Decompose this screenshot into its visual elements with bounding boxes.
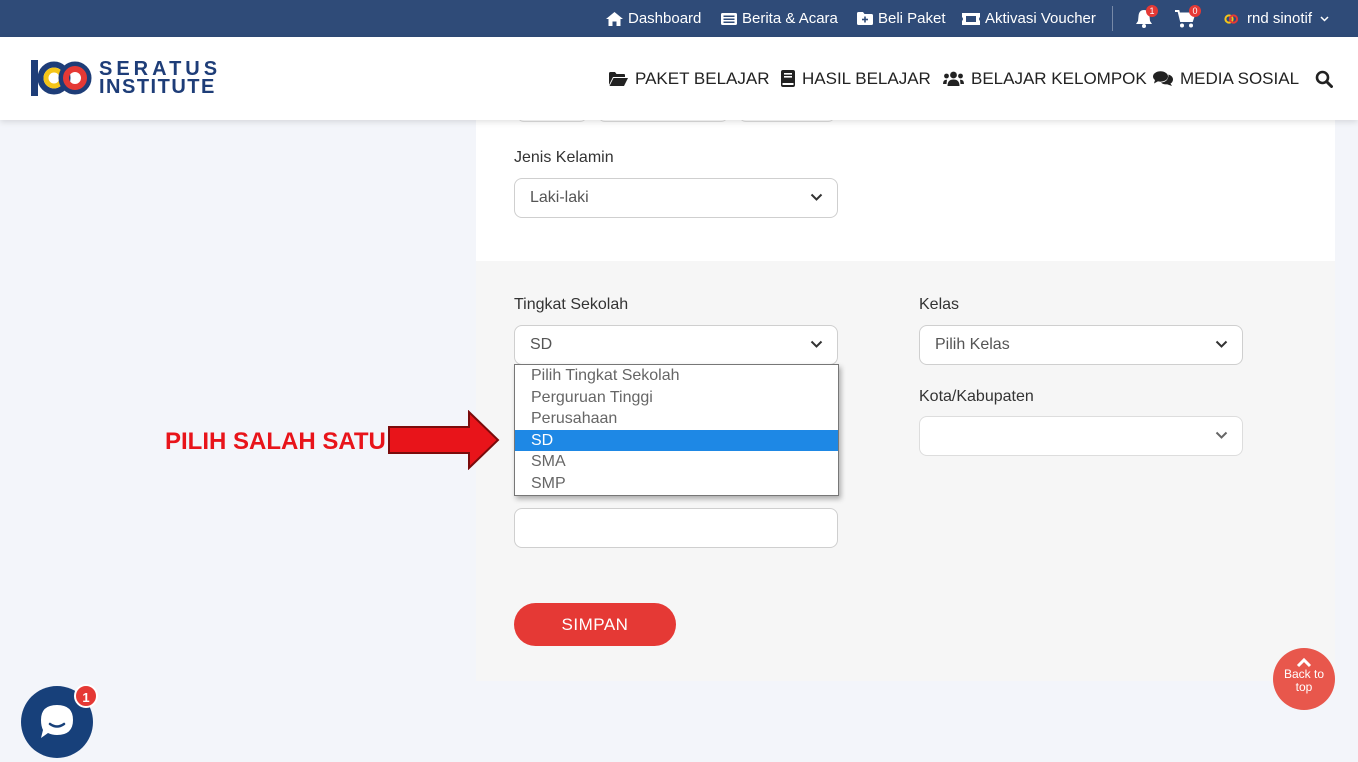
seratus-logo[interactable]: SERATUS INSTITUTE bbox=[31, 59, 221, 97]
chat-badge: 1 bbox=[74, 684, 98, 708]
tingkat-sekolah-value: SD bbox=[530, 336, 553, 353]
cart-badge: 0 bbox=[1189, 5, 1201, 17]
search-button[interactable] bbox=[1315, 37, 1340, 120]
berita-label: Berita & Acara bbox=[742, 10, 838, 27]
annotation-text: PILIH SALAH SATU bbox=[165, 428, 386, 455]
tingkat-sekolah-label: Tingkat Sekolah bbox=[514, 296, 629, 313]
nav-label: PAKET BELAJAR bbox=[635, 68, 770, 88]
kelas-value: Pilih Kelas bbox=[935, 336, 1010, 353]
option-perguruan-tinggi[interactable]: Perguruan Tinggi bbox=[515, 387, 838, 409]
nav-label: BELAJAR KELOMPOK bbox=[971, 68, 1147, 88]
kelas-label: Kelas bbox=[919, 296, 960, 313]
text-input[interactable] bbox=[514, 508, 838, 548]
nav-label: MEDIA SOSIAL bbox=[1180, 68, 1300, 88]
chevron-down-icon bbox=[1215, 431, 1228, 439]
option-perusahaan[interactable]: Perusahaan bbox=[515, 408, 838, 430]
nav-media-sosial[interactable]: MEDIA SOSIAL bbox=[1153, 37, 1299, 120]
option-pilih-tingkat[interactable]: Pilih Tingkat Sekolah bbox=[515, 365, 838, 387]
option-sma[interactable]: SMA bbox=[515, 451, 838, 473]
nav-hasil-belajar[interactable]: HASIL BELAJAR bbox=[781, 37, 931, 120]
jenis-kelamin-value: Laki-laki bbox=[530, 189, 589, 206]
chevron-down-icon bbox=[810, 193, 823, 201]
users-icon bbox=[943, 71, 964, 86]
chevron-down-icon bbox=[1215, 340, 1228, 348]
back-to-top-button[interactable]: Back to top bbox=[1273, 648, 1335, 710]
dashboard-link[interactable]: Dashboard bbox=[606, 0, 701, 37]
simpan-button[interactable]: SIMPAN bbox=[514, 603, 676, 646]
nav-belajar-kelompok[interactable]: BELAJAR KELOMPOK bbox=[943, 37, 1147, 120]
search-icon bbox=[1315, 70, 1333, 88]
red-arrow-icon bbox=[388, 410, 500, 470]
dashboard-label: Dashboard bbox=[628, 10, 702, 27]
beli-paket-link[interactable]: Beli Paket bbox=[857, 0, 946, 37]
kota-label: Kota/Kabupaten bbox=[919, 388, 1034, 405]
ticket-icon bbox=[962, 12, 980, 25]
seratus-logo-icon bbox=[31, 60, 92, 96]
top-bar: Dashboard Berita & Acara Beli Paket Akti… bbox=[0, 0, 1358, 37]
logo-line2: INSTITUTE bbox=[99, 76, 216, 98]
kota-select[interactable] bbox=[919, 416, 1243, 456]
option-smp[interactable]: SMP bbox=[515, 473, 838, 495]
aktivasi-voucher-link[interactable]: Aktivasi Voucher bbox=[962, 0, 1096, 37]
notification-badge: 1 bbox=[1146, 5, 1158, 17]
main-header: SERATUS INSTITUTE PAKET BELAJAR HASIL BE… bbox=[0, 37, 1358, 120]
home-icon bbox=[606, 11, 623, 26]
jenis-kelamin-label: Jenis Kelamin bbox=[514, 149, 614, 166]
tingkat-sekolah-dropdown: Pilih Tingkat Sekolah Perguruan Tinggi P… bbox=[514, 364, 839, 496]
user-name: rnd sinotif bbox=[1247, 10, 1313, 27]
nav-label: HASIL BELAJAR bbox=[802, 68, 931, 88]
divider bbox=[1112, 6, 1113, 31]
beli-paket-label: Beli Paket bbox=[878, 10, 946, 27]
back-to-top-line2: top bbox=[1295, 680, 1313, 694]
aktivasi-voucher-label: Aktivasi Voucher bbox=[985, 10, 1096, 27]
nav-paket-belajar[interactable]: PAKET BELAJAR bbox=[609, 37, 769, 120]
comments-icon bbox=[1153, 71, 1173, 86]
user-logo-icon bbox=[1224, 13, 1239, 24]
folder-open-icon bbox=[609, 71, 628, 86]
kelas-select[interactable]: Pilih Kelas bbox=[919, 325, 1243, 365]
user-menu[interactable]: rnd sinotif bbox=[1224, 0, 1329, 37]
tingkat-sekolah-select[interactable]: SD bbox=[514, 325, 838, 365]
jenis-kelamin-select[interactable]: Laki-laki bbox=[514, 178, 838, 218]
chevron-down-icon bbox=[810, 340, 823, 348]
folder-plus-icon bbox=[857, 12, 873, 25]
book-icon bbox=[781, 70, 795, 87]
chevron-down-icon bbox=[1320, 15, 1329, 22]
option-sd[interactable]: SD bbox=[515, 429, 838, 452]
berita-link[interactable]: Berita & Acara bbox=[721, 0, 838, 37]
newspaper-icon bbox=[721, 12, 737, 25]
